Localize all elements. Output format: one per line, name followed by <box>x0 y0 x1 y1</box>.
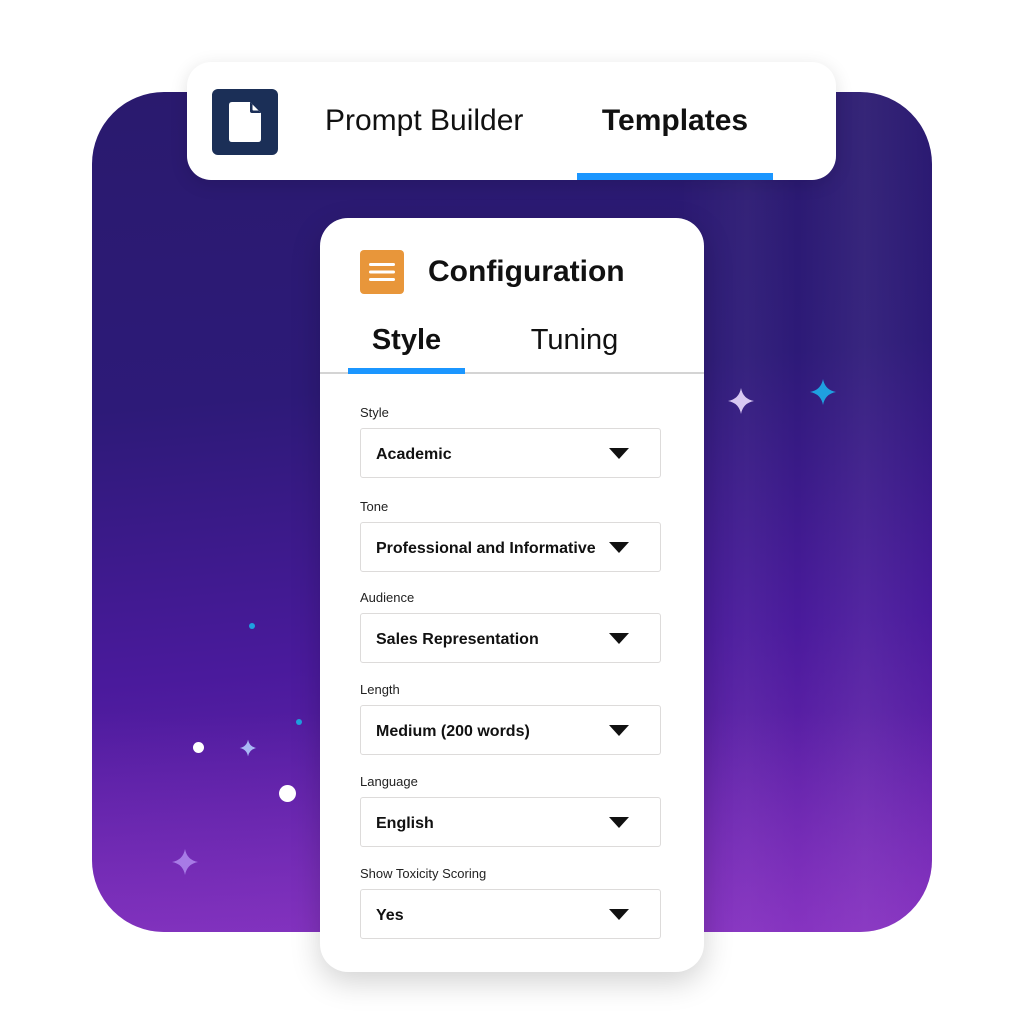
field-toxicity-scoring: Show Toxicity Scoring Yes <box>360 865 663 939</box>
dot <box>279 785 296 802</box>
toxicity-scoring-select[interactable]: Yes <box>360 889 661 939</box>
select-value: English <box>376 815 434 832</box>
field-language: Language English <box>360 773 663 847</box>
field-length: Length Medium (200 words) <box>360 681 663 755</box>
select-value: Medium (200 words) <box>376 723 530 740</box>
field-style: Style Academic <box>360 404 663 478</box>
header-bar: Prompt Builder Templates <box>187 62 836 180</box>
field-label: Tone <box>360 499 389 514</box>
document-icon <box>212 89 278 155</box>
select-value: Professional and Informative <box>376 540 596 557</box>
caret-down-icon <box>609 542 629 553</box>
field-label: Length <box>360 682 400 697</box>
field-label: Audience <box>360 590 415 605</box>
sparkle-icon <box>727 387 755 415</box>
caret-down-icon <box>609 633 629 644</box>
panel-title: Configuration <box>428 255 625 288</box>
field-tone: Tone Professional and Informative <box>360 498 663 572</box>
config-tabs: Style Tuning <box>320 318 704 374</box>
tab-label: Style <box>371 324 442 356</box>
field-audience: Audience Sales Representation <box>360 589 663 663</box>
tab-label: Tuning <box>530 324 619 356</box>
dot <box>296 719 302 725</box>
sparkle-icon <box>239 739 257 757</box>
select-value: Sales Representation <box>376 631 539 648</box>
active-tab-indicator <box>348 368 465 374</box>
field-label: Language <box>360 774 418 789</box>
language-select[interactable]: English <box>360 797 661 847</box>
field-label: Style <box>360 405 389 420</box>
caret-down-icon <box>609 448 629 459</box>
tab-label: Templates <box>601 104 749 137</box>
tab-style[interactable]: Style <box>348 318 465 374</box>
select-value: Academic <box>376 446 452 463</box>
tab-prompt-builder[interactable]: Prompt Builder <box>325 62 523 180</box>
caret-down-icon <box>609 725 629 736</box>
tab-tuning[interactable]: Tuning <box>516 318 633 372</box>
caret-down-icon <box>609 817 629 828</box>
configuration-panel: Configuration Style Tuning Style Academi… <box>320 218 704 972</box>
length-select[interactable]: Medium (200 words) <box>360 705 661 755</box>
sparkle-icon <box>171 848 199 876</box>
style-select[interactable]: Academic <box>360 428 661 478</box>
menu-lines-icon <box>360 250 404 294</box>
tone-select[interactable]: Professional and Informative <box>360 522 661 572</box>
select-value: Yes <box>376 907 404 924</box>
tab-templates[interactable]: Templates <box>577 62 773 180</box>
dot <box>193 742 204 753</box>
sparkle-icon <box>809 378 837 406</box>
active-tab-indicator <box>577 173 773 180</box>
caret-down-icon <box>609 909 629 920</box>
dot <box>249 623 255 629</box>
field-label: Show Toxicity Scoring <box>360 866 487 881</box>
tab-label: Prompt Builder <box>325 104 524 137</box>
audience-select[interactable]: Sales Representation <box>360 613 661 663</box>
